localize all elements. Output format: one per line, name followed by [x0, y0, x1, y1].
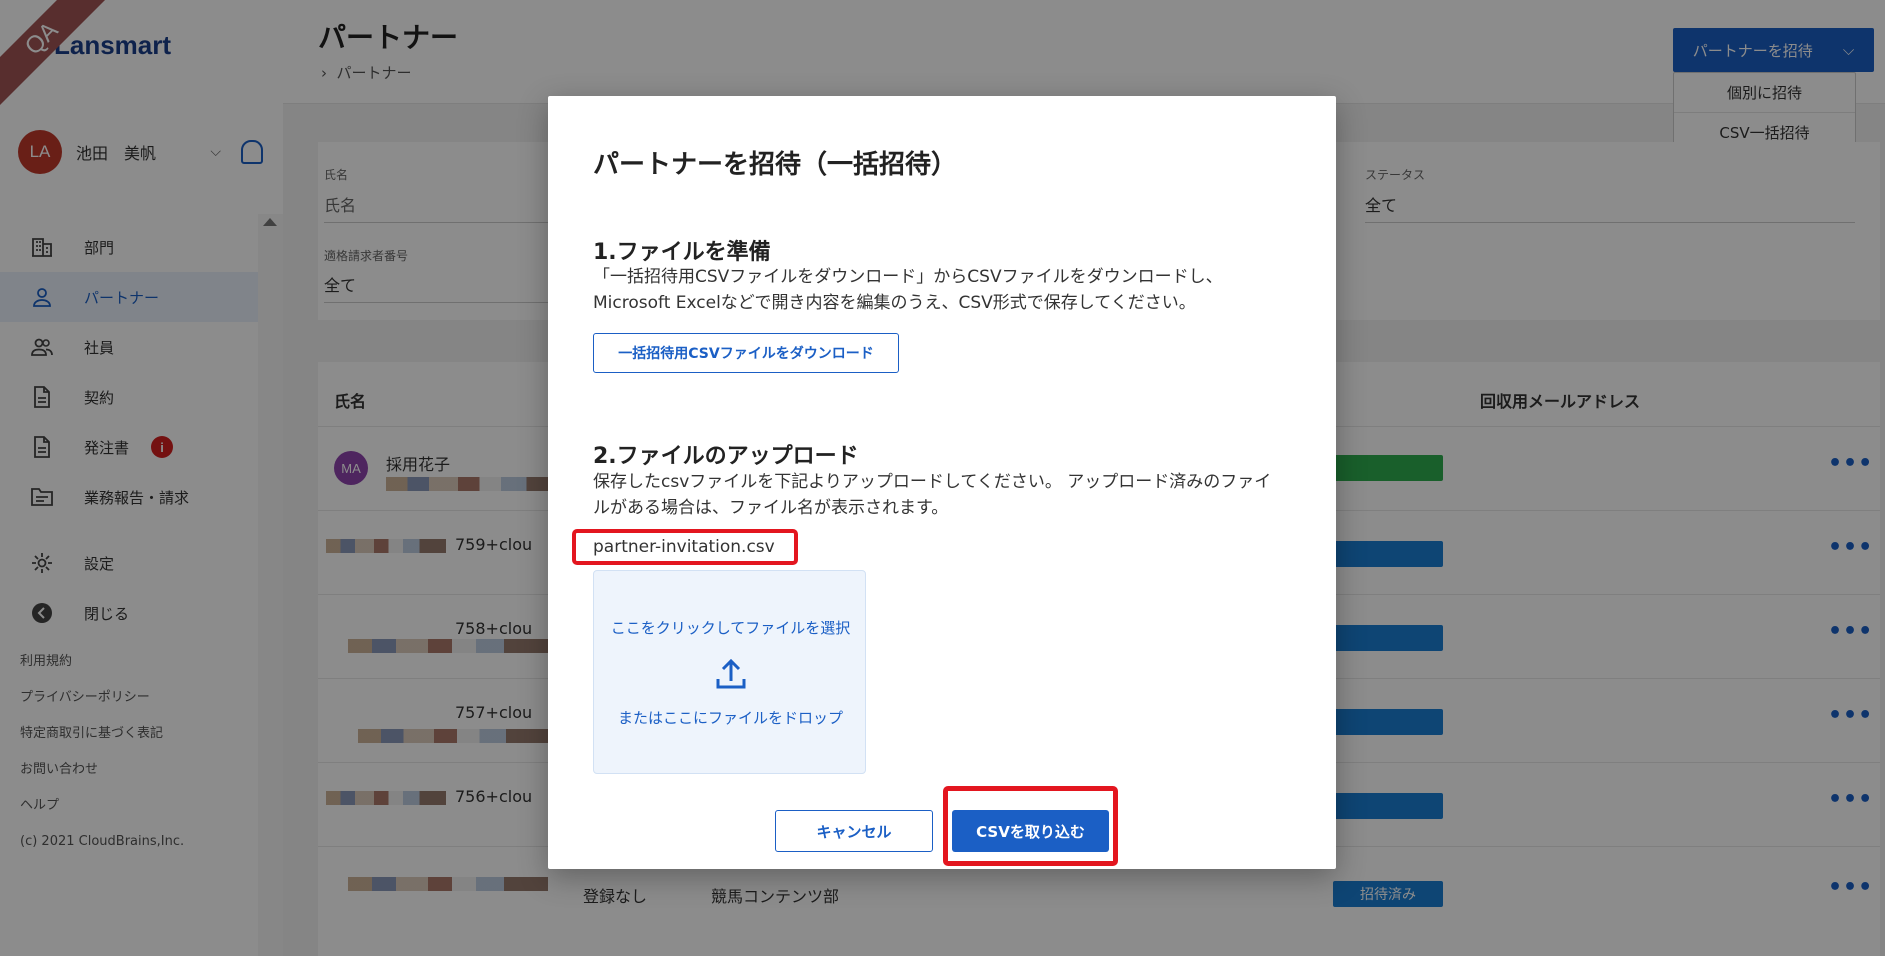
- step2-title: 2.ファイルのアップロード: [593, 444, 859, 469]
- step1-title: 1.ファイルを準備: [593, 240, 771, 265]
- dialog-title: パートナーを招待（一括招待）: [593, 150, 958, 180]
- file-dropzone[interactable]: ここをクリックしてファイルを選択 またはここにファイルをドロップ: [593, 570, 866, 774]
- dropzone-click-text: ここをクリックしてファイルを選択: [610, 619, 851, 637]
- import-csv-button[interactable]: CSVを取り込む: [952, 810, 1109, 852]
- dropzone-drop-text: またはここにファイルをドロップ: [617, 709, 843, 727]
- uploaded-file-name: partner-invitation.csv: [593, 537, 775, 557]
- bulk-invite-dialog: パートナーを招待（一括招待） 1.ファイルを準備 「一括招待用CSVファイルをダ…: [548, 96, 1336, 869]
- step2-description: 保存したcsvファイルを下記よりアップロードしてください。 アップロード済みのフ…: [593, 472, 1272, 518]
- download-csv-button[interactable]: 一括招待用CSVファイルをダウンロード: [593, 333, 899, 373]
- step1-description: 「一括招待用CSVファイルをダウンロード」からCSVファイルをダウンロードし、M…: [593, 267, 1223, 313]
- upload-icon: [716, 658, 746, 689]
- cancel-button[interactable]: キャンセル: [775, 810, 933, 852]
